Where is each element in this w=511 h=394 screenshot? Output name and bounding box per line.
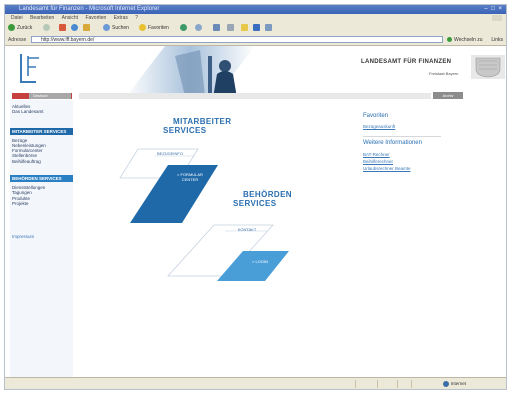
refresh-button[interactable] (71, 24, 80, 33)
status-divider (397, 380, 398, 388)
favoriten-link[interactable]: Bezügeauskunft (363, 124, 395, 129)
folder-icon (241, 24, 248, 32)
favorites-button[interactable]: Favoriten (139, 24, 169, 33)
search-button[interactable]: Suchen (103, 24, 129, 33)
browser-window: Landesamt für Finanzen - Microsoft Inter… (4, 4, 507, 390)
print-button[interactable] (227, 24, 236, 33)
forward-arrow-icon (43, 24, 50, 32)
go-arrow-icon (447, 37, 452, 43)
stop-button[interactable] (59, 24, 68, 33)
archiv-button[interactable]: Archiv (433, 92, 463, 99)
behoerden-heading-line2: SERVICES (233, 199, 277, 208)
favorites-star-icon (139, 24, 146, 32)
info-link-beihilfe[interactable]: Beihilferechner (363, 159, 393, 164)
sidebar-link-impressum[interactable]: Impressum (10, 234, 73, 240)
bezuegeinfo-button[interactable]: BEZÜGEINFO (150, 151, 190, 156)
page-header: LANDESAMT FÜR FINANZEN Freistaat Bayern (5, 46, 506, 98)
back-arrow-icon (8, 24, 15, 32)
sidebar-section-mitarbeiter[interactable]: MITARBEITER SERVICES (10, 127, 73, 135)
language-label: Deutsch (33, 93, 48, 98)
sidebar-section-behoerden[interactable]: BEHÖRDEN SERVICES (10, 175, 73, 183)
links-button[interactable]: Links (491, 36, 503, 44)
history-button[interactable] (195, 24, 204, 33)
status-divider (355, 380, 356, 388)
search-icon (103, 24, 110, 32)
refresh-icon (71, 24, 78, 32)
formularcenter-button[interactable]: > FORMULAR CENTER (170, 172, 210, 182)
address-input[interactable]: http://www.lff.bayern.de/ (31, 36, 443, 43)
mail-icon (213, 24, 220, 32)
history-icon (195, 24, 202, 32)
discuss-icon (265, 24, 272, 32)
go-button[interactable]: Wechseln zu (447, 36, 483, 44)
mail-button[interactable] (213, 24, 222, 33)
media-button[interactable] (180, 24, 189, 33)
window-controls[interactable]: – □ × (484, 6, 503, 12)
kontakt-button[interactable]: KONTAKT (227, 227, 267, 232)
favoriten-title: Favoriten (363, 113, 389, 119)
print-icon (227, 24, 234, 32)
window-title: Landesamt für Finanzen - Microsoft Inter… (19, 6, 160, 12)
messenger-icon (253, 24, 260, 32)
kontakt-tile (167, 224, 274, 277)
menu-view[interactable]: Ansicht (62, 15, 78, 21)
behoerden-heading: BEHÖRDEN SERVICES (233, 190, 292, 208)
header-photo-icon (125, 46, 255, 98)
formularcenter-label-2: CENTER (181, 177, 199, 182)
sidebar: Aktuelles Das Landesamt MITARBEITER SERV… (10, 100, 73, 380)
favorites-label: Favoriten (148, 25, 169, 31)
home-icon (83, 24, 90, 32)
security-zone: Internet (442, 380, 466, 388)
info-link-bat[interactable]: BAT-Rechner (363, 152, 390, 157)
info-link-urlaub[interactable]: Urlaubsrechner Beamte (363, 166, 411, 171)
search-label: Suchen (112, 25, 129, 31)
status-bar: Internet (5, 377, 506, 389)
login-button[interactable]: > LOGIN (241, 259, 279, 264)
mitarbeiter-heading-line1: MITARBEITER (173, 117, 232, 126)
info-title: Weitere Informationen (363, 140, 422, 146)
menu-favorites[interactable]: Favoriten (85, 15, 106, 21)
bavaria-crest-icon (471, 55, 505, 79)
lff-logo-icon[interactable] (18, 52, 42, 86)
globe-icon (442, 380, 449, 387)
folder-button[interactable] (241, 24, 250, 33)
login-tile (217, 251, 289, 281)
agency-subtitle: Freistaat Bayern (429, 71, 459, 76)
go-label: Wechseln zu (454, 37, 483, 43)
media-icon (180, 24, 187, 32)
messenger-button[interactable] (253, 24, 262, 33)
home-button[interactable] (83, 24, 92, 33)
stop-icon (59, 24, 66, 32)
forward-button[interactable] (43, 24, 52, 33)
menu-file[interactable]: Datei (11, 15, 23, 21)
menu-help[interactable]: ? (135, 15, 138, 21)
back-label: Zurück (17, 25, 33, 31)
menu-edit[interactable]: Bearbeiten (30, 15, 54, 21)
address-label: Adresse (8, 37, 27, 43)
status-divider (377, 380, 378, 388)
windows-logo (492, 15, 502, 21)
address-bar: Adresse http://www.lff.bayern.de/ Wechse… (5, 35, 506, 46)
toolbar: Zurück Suchen Favoriten (5, 22, 506, 36)
agency-name: LANDESAMT FÜR FINANZEN (361, 59, 452, 65)
nav-bar: Deutsch Archiv (5, 92, 506, 99)
right-divider (363, 136, 441, 137)
back-button[interactable]: Zurück (8, 24, 32, 33)
title-bar: Landesamt für Finanzen - Microsoft Inter… (5, 5, 506, 14)
menu-tools[interactable]: Extras (114, 15, 128, 21)
language-selector[interactable]: Deutsch (29, 93, 71, 99)
zone-label: Internet (450, 381, 466, 386)
discuss-button[interactable] (265, 24, 274, 33)
nav-spacer (79, 93, 431, 99)
status-divider (411, 380, 412, 388)
menu-bar: Datei Bearbeiten Ansicht Favoriten Extra… (5, 14, 506, 22)
mitarbeiter-heading: MITARBEITER SERVICES (163, 117, 232, 135)
mitarbeiter-heading-line2: SERVICES (163, 126, 207, 135)
behoerden-heading-line1: BEHÖRDEN (243, 190, 292, 199)
